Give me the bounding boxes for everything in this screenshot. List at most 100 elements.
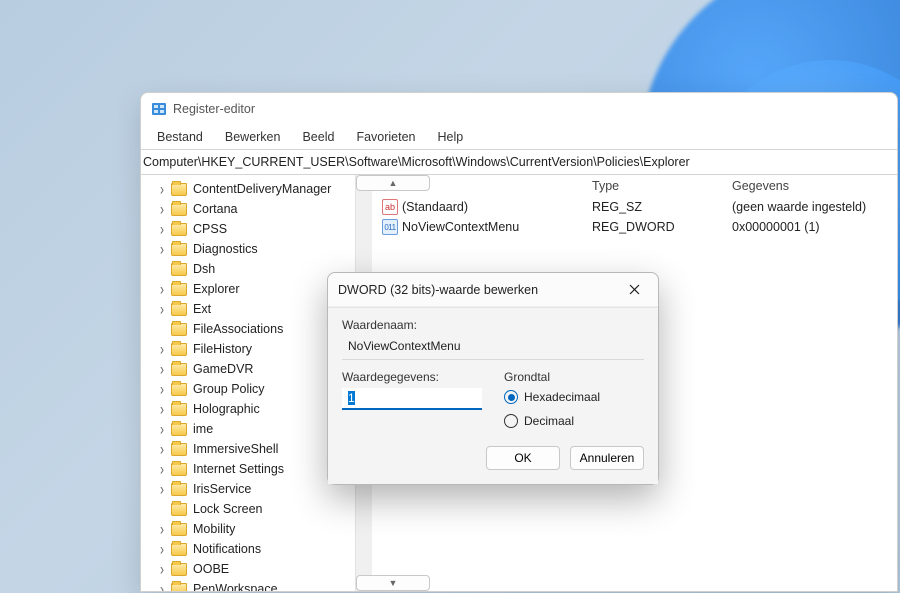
- folder-icon: [171, 463, 187, 476]
- chevron-right-icon[interactable]: ›: [155, 579, 169, 591]
- chevron-right-icon[interactable]: ›: [155, 339, 169, 359]
- chevron-right-icon[interactable]: ›: [155, 519, 169, 539]
- value-name-field[interactable]: NoViewContextMenu: [342, 336, 644, 360]
- tree-node[interactable]: › OOBE: [141, 559, 355, 579]
- chevron-right-icon[interactable]: ›: [155, 439, 169, 459]
- scroll-up-icon[interactable]: ▲: [356, 175, 430, 191]
- tree-node-label: OOBE: [193, 562, 229, 576]
- tree-node[interactable]: Lock Screen: [141, 499, 355, 519]
- tree-node-label: ImmersiveShell: [193, 442, 278, 456]
- radio-hex[interactable]: Hexadecimaal: [504, 388, 600, 406]
- chevron-right-icon[interactable]: ›: [155, 359, 169, 379]
- tree-node-label: FileHistory: [193, 342, 252, 356]
- tree-node[interactable]: Dsh: [141, 259, 355, 279]
- tree-node-label: PenWorkspace: [193, 582, 278, 591]
- folder-icon: [171, 543, 187, 556]
- list-header[interactable]: Naam Type Gegevens: [382, 179, 887, 193]
- tree-node[interactable]: ›GameDVR: [141, 359, 355, 379]
- scroll-down-icon[interactable]: ▼: [356, 575, 430, 591]
- value-data-label: Waardegegevens:: [342, 370, 482, 384]
- tree-node[interactable]: ›Holographic: [141, 399, 355, 419]
- col-type[interactable]: Type: [592, 179, 732, 193]
- tree-node[interactable]: FileAssociations: [141, 319, 355, 339]
- radio-dec-label: Decimaal: [524, 414, 574, 428]
- app-icon: [151, 101, 167, 117]
- tree-node-label: Ext: [193, 302, 211, 316]
- value-data-input[interactable]: [342, 388, 482, 410]
- menu-help[interactable]: Help: [430, 128, 472, 146]
- address-text: Computer\HKEY_CURRENT_USER\Software\Micr…: [143, 155, 690, 169]
- close-button[interactable]: [620, 276, 648, 304]
- folder-icon: [171, 523, 187, 536]
- folder-icon: [171, 343, 187, 356]
- col-data[interactable]: Gegevens: [732, 179, 887, 193]
- window-title: Register-editor: [173, 102, 255, 116]
- chevron-right-icon[interactable]: ›: [155, 399, 169, 419]
- tree-node-label: IrisService: [193, 482, 251, 496]
- value-name: NoViewContextMenu: [402, 220, 519, 234]
- cancel-button[interactable]: Annuleren: [570, 446, 644, 470]
- tree-node[interactable]: › Diagnostics: [141, 239, 355, 259]
- dialog-titlebar[interactable]: DWORD (32 bits)-waarde bewerken: [328, 273, 658, 307]
- chevron-right-icon[interactable]: ›: [155, 459, 169, 479]
- chevron-right-icon[interactable]: ›: [155, 539, 169, 559]
- address-bar[interactable]: Computer\HKEY_CURRENT_USER\Software\Micr…: [141, 149, 897, 175]
- tree-node-label: Diagnostics: [193, 242, 258, 256]
- folder-icon: [171, 443, 187, 456]
- menu-favs[interactable]: Favorieten: [348, 128, 423, 146]
- value-row[interactable]: ab(Standaard)REG_SZ(geen waarde ingestel…: [382, 197, 887, 217]
- tree-node[interactable]: ›Explorer: [141, 279, 355, 299]
- tree-node[interactable]: › ImmersiveShell: [141, 439, 355, 459]
- tree-node-label: FileAssociations: [193, 322, 283, 336]
- folder-icon: [171, 483, 187, 496]
- chevron-right-icon[interactable]: ›: [155, 379, 169, 399]
- chevron-right-icon[interactable]: ›: [155, 279, 169, 299]
- menubar: Bestand Bewerken Beeld Favorieten Help: [141, 125, 897, 149]
- ok-button[interactable]: OK: [486, 446, 560, 470]
- tree-node[interactable]: › Group Policy: [141, 379, 355, 399]
- tree-node-label: CPSS: [193, 222, 227, 236]
- tree-node[interactable]: › PenWorkspace: [141, 579, 355, 591]
- tree-node[interactable]: › FileHistory: [141, 339, 355, 359]
- menu-edit[interactable]: Bewerken: [217, 128, 289, 146]
- folder-icon: [171, 403, 187, 416]
- chevron-right-icon[interactable]: ›: [155, 239, 169, 259]
- tree-node[interactable]: ›Notifications: [141, 539, 355, 559]
- tree-node[interactable]: ›Mobility: [141, 519, 355, 539]
- folder-icon: [171, 363, 187, 376]
- tree-node[interactable]: ›Cortana: [141, 199, 355, 219]
- chevron-right-icon[interactable]: ›: [155, 199, 169, 219]
- menu-view[interactable]: Beeld: [294, 128, 342, 146]
- titlebar[interactable]: Register-editor: [141, 93, 897, 125]
- value-type: REG_SZ: [592, 200, 732, 214]
- radio-icon: [504, 414, 518, 428]
- close-icon: [629, 284, 640, 295]
- tree-node[interactable]: › IrisService: [141, 479, 355, 499]
- tree-node[interactable]: ›ContentDeliveryManager: [141, 179, 355, 199]
- radio-dec[interactable]: Decimaal: [504, 412, 600, 430]
- folder-icon: [171, 503, 187, 516]
- chevron-right-icon[interactable]: ›: [155, 419, 169, 439]
- folder-icon: [171, 283, 187, 296]
- chevron-right-icon[interactable]: ›: [155, 219, 169, 239]
- binary-value-icon: 011: [382, 219, 398, 235]
- edit-dword-dialog: DWORD (32 bits)-waarde bewerken Waardena…: [327, 272, 659, 485]
- tree-node[interactable]: › Ext: [141, 299, 355, 319]
- menu-file[interactable]: Bestand: [149, 128, 211, 146]
- chevron-right-icon[interactable]: ›: [155, 299, 169, 319]
- tree-node-label: ime: [193, 422, 213, 436]
- tree-node[interactable]: ›Internet Settings: [141, 459, 355, 479]
- radio-hex-label: Hexadecimaal: [524, 390, 600, 404]
- tree-node-label: Group Policy: [193, 382, 265, 396]
- radio-icon: [504, 390, 518, 404]
- value-row[interactable]: 011NoViewContextMenuREG_DWORD0x00000001 …: [382, 217, 887, 237]
- chevron-right-icon[interactable]: ›: [155, 179, 169, 199]
- key-tree[interactable]: ›ContentDeliveryManager›Cortana›CPSS›Dia…: [141, 175, 356, 591]
- value-data: (geen waarde ingesteld): [732, 200, 887, 214]
- folder-icon: [171, 563, 187, 576]
- tree-node[interactable]: › ime: [141, 419, 355, 439]
- chevron-right-icon[interactable]: ›: [155, 479, 169, 499]
- value-name: (Standaard): [402, 200, 468, 214]
- tree-node[interactable]: › CPSS: [141, 219, 355, 239]
- chevron-right-icon[interactable]: ›: [155, 559, 169, 579]
